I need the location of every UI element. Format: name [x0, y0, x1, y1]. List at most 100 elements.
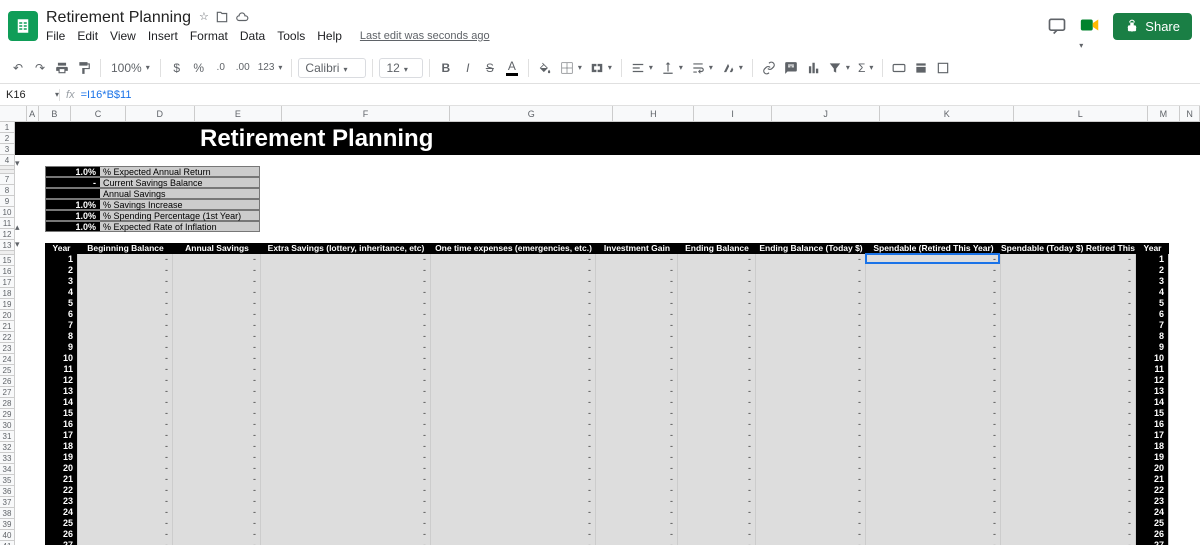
data-cell[interactable]: - [1001, 364, 1136, 375]
data-cell[interactable]: - [78, 276, 173, 287]
col-header-E[interactable]: E [195, 106, 282, 121]
data-cell[interactable]: - [756, 485, 866, 496]
col-header-H[interactable]: H [613, 106, 694, 121]
data-cell[interactable]: - [678, 518, 756, 529]
year-cell[interactable]: 7 [1136, 320, 1169, 331]
data-cell[interactable]: - [596, 507, 678, 518]
year-cell[interactable]: 3 [1136, 276, 1169, 287]
comment-icon[interactable] [781, 56, 801, 80]
data-cell[interactable]: - [596, 408, 678, 419]
data-cell[interactable]: - [866, 353, 1001, 364]
data-cell[interactable]: - [78, 529, 173, 540]
cloud-icon[interactable] [235, 10, 249, 27]
print-icon[interactable] [52, 56, 72, 80]
data-cell[interactable]: - [756, 441, 866, 452]
data-cell[interactable]: - [756, 254, 866, 265]
data-cell[interactable]: - [261, 353, 431, 364]
year-cell[interactable]: 18 [1136, 441, 1169, 452]
data-cell[interactable]: - [261, 331, 431, 342]
col-header-B[interactable]: B [39, 106, 72, 121]
data-cell[interactable]: - [678, 540, 756, 545]
row-header[interactable]: 27 [0, 387, 15, 398]
year-cell[interactable]: 24 [1136, 507, 1169, 518]
menu-edit[interactable]: Edit [77, 29, 98, 43]
font-size-select[interactable]: 12 [379, 58, 422, 78]
col-header-J[interactable]: J [772, 106, 881, 121]
data-cell[interactable]: - [431, 452, 596, 463]
data-cell[interactable]: - [173, 540, 261, 545]
data-cell[interactable]: - [431, 463, 596, 474]
data-cell[interactable]: - [596, 518, 678, 529]
data-cell[interactable]: - [78, 342, 173, 353]
data-cell[interactable]: - [78, 331, 173, 342]
data-cell[interactable]: - [756, 375, 866, 386]
row-header[interactable]: 35 [0, 475, 15, 486]
data-cell[interactable]: - [261, 441, 431, 452]
data-cell[interactable]: - [1001, 419, 1136, 430]
data-cell[interactable]: - [78, 496, 173, 507]
data-cell[interactable]: - [78, 441, 173, 452]
year-cell[interactable]: 10 [45, 353, 78, 364]
data-cell[interactable]: - [678, 276, 756, 287]
year-cell[interactable]: 9 [45, 342, 78, 353]
data-cell[interactable]: - [756, 452, 866, 463]
data-cell[interactable]: - [431, 298, 596, 309]
data-cell[interactable]: - [261, 254, 431, 265]
data-cell[interactable]: - [1001, 529, 1136, 540]
data-cell[interactable]: - [1001, 265, 1136, 276]
year-cell[interactable]: 14 [1136, 397, 1169, 408]
data-cell[interactable]: - [431, 518, 596, 529]
data-cell[interactable]: - [678, 331, 756, 342]
data-cell[interactable]: - [261, 386, 431, 397]
data-cell[interactable]: - [173, 529, 261, 540]
share-button[interactable]: Share [1113, 13, 1192, 40]
data-cell[interactable]: - [866, 430, 1001, 441]
data-cell[interactable]: - [596, 474, 678, 485]
data-cell[interactable]: - [173, 309, 261, 320]
row-header[interactable]: 29 [0, 409, 15, 420]
row-header[interactable]: 33 [0, 453, 15, 464]
data-cell[interactable]: - [756, 430, 866, 441]
param-value[interactable]: 1.0% [45, 166, 100, 177]
data-cell[interactable]: - [866, 452, 1001, 463]
row-header[interactable]: 25 [0, 365, 15, 376]
data-cell[interactable]: - [261, 496, 431, 507]
data-cell[interactable]: - [173, 353, 261, 364]
data-cell[interactable]: - [261, 265, 431, 276]
year-cell[interactable]: 27 [1136, 540, 1169, 545]
data-cell[interactable]: - [78, 254, 173, 265]
data-cell[interactable]: - [1001, 485, 1136, 496]
data-cell[interactable]: - [1001, 430, 1136, 441]
data-cell[interactable]: - [78, 265, 173, 276]
data-cell[interactable]: - [78, 375, 173, 386]
row-header[interactable]: 34 [0, 464, 15, 475]
data-cell[interactable]: - [866, 518, 1001, 529]
bold-icon[interactable]: B [436, 56, 456, 80]
year-cell[interactable]: 20 [1136, 463, 1169, 474]
year-cell[interactable]: 1 [45, 254, 78, 265]
increase-decimal-icon[interactable]: .00 [233, 56, 253, 80]
data-cell[interactable]: - [866, 386, 1001, 397]
data-cell[interactable]: - [431, 375, 596, 386]
data-cell[interactable]: - [596, 287, 678, 298]
data-cell[interactable]: - [173, 474, 261, 485]
data-cell[interactable]: - [261, 364, 431, 375]
year-cell[interactable]: 26 [45, 529, 78, 540]
decrease-decimal-icon[interactable]: .0 [211, 56, 231, 80]
data-cell[interactable]: - [173, 496, 261, 507]
data-cell[interactable]: - [261, 408, 431, 419]
data-cell[interactable]: - [78, 463, 173, 474]
data-cell[interactable]: - [596, 386, 678, 397]
comments-icon[interactable] [1045, 14, 1069, 38]
data-cell[interactable]: - [1001, 540, 1136, 545]
data-cell[interactable]: - [678, 364, 756, 375]
data-cell[interactable]: - [866, 276, 1001, 287]
data-cell[interactable]: - [678, 397, 756, 408]
menu-view[interactable]: View [110, 29, 136, 43]
data-cell[interactable]: - [756, 540, 866, 545]
year-cell[interactable]: 8 [1136, 331, 1169, 342]
data-cell[interactable]: - [678, 342, 756, 353]
format-currency-icon[interactable]: $ [167, 56, 187, 80]
year-cell[interactable]: 2 [45, 265, 78, 276]
data-cell[interactable]: - [78, 507, 173, 518]
